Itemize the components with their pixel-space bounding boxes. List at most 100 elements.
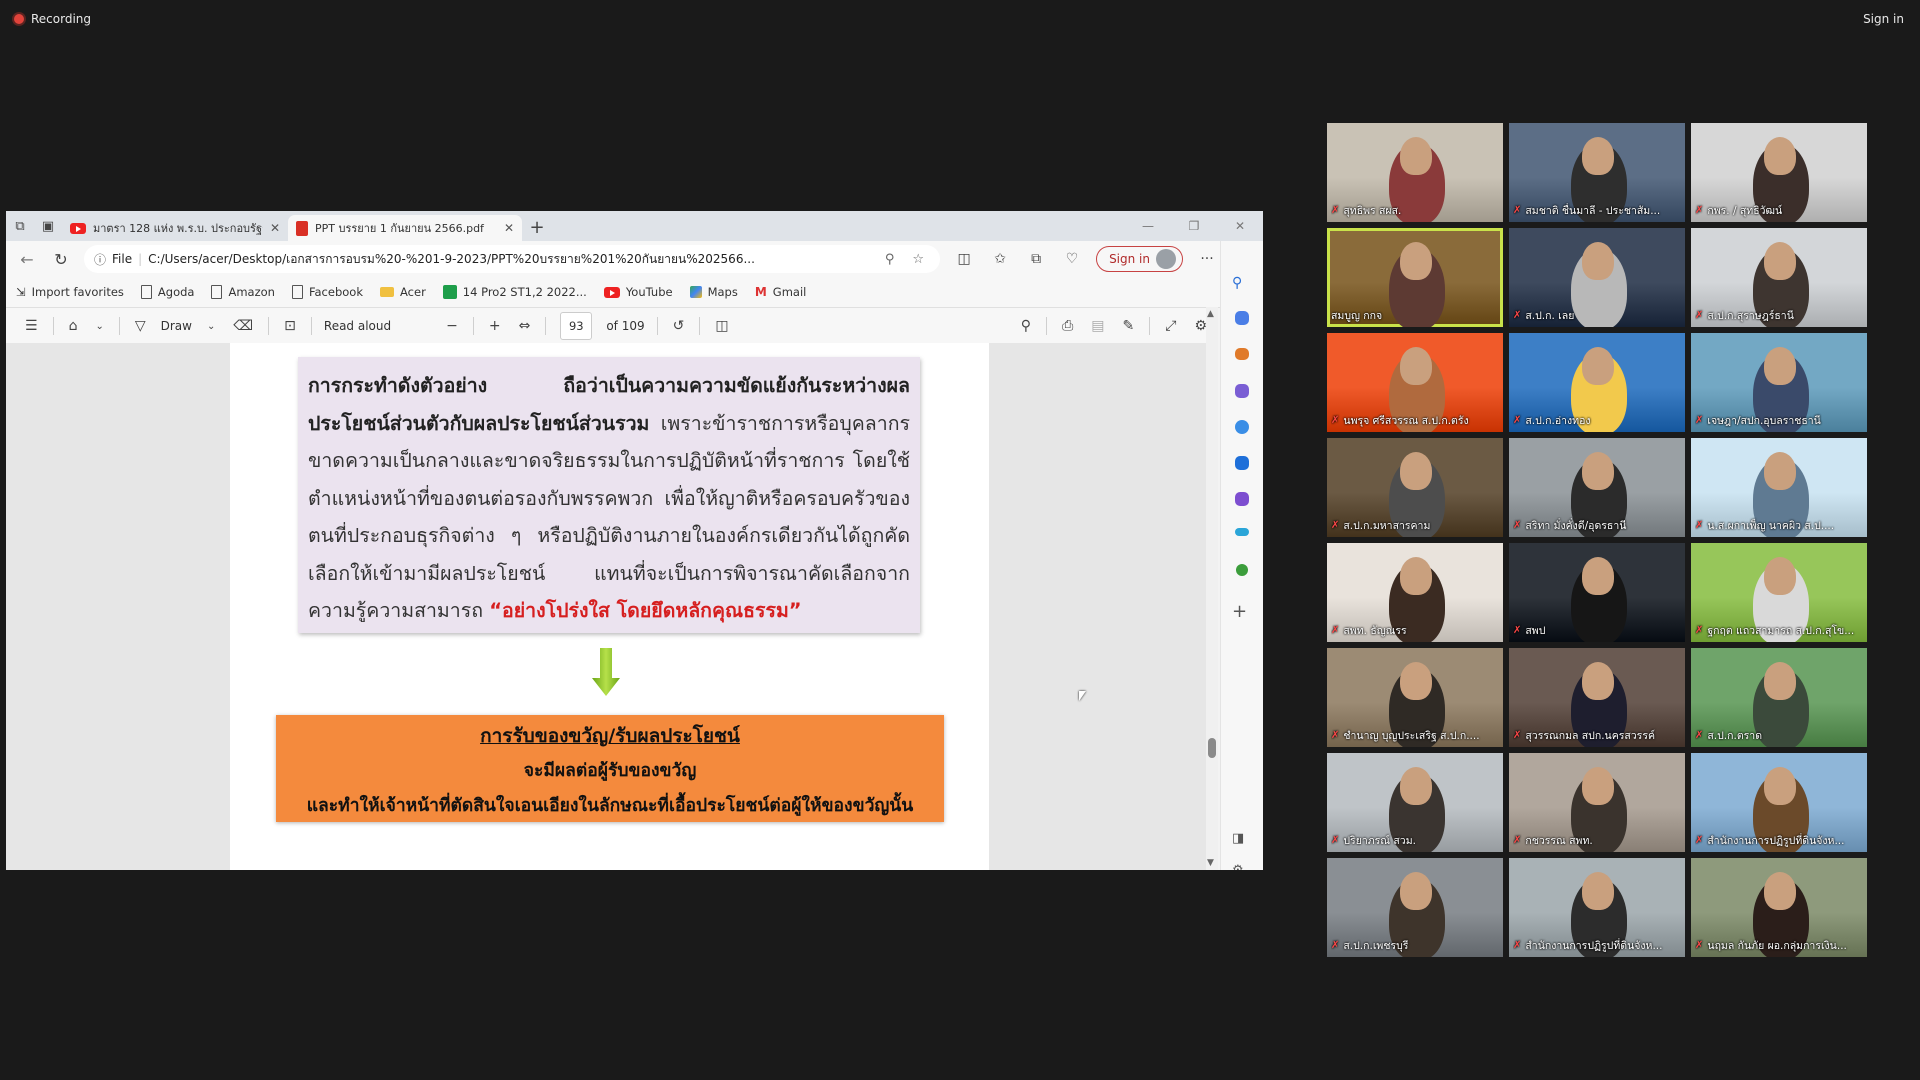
favorite-acer[interactable]: Acer	[380, 285, 426, 299]
workspaces-icon[interactable]: ⧉	[6, 211, 34, 241]
favorite-facebook[interactable]: Facebook	[291, 285, 363, 299]
meeting-signin-link[interactable]: Sign in	[1863, 12, 1904, 26]
highlight-icon[interactable]: ⌂	[60, 318, 87, 334]
scroll-up-icon[interactable]: ▲	[1207, 309, 1214, 319]
favorite-maps[interactable]: Maps	[689, 285, 738, 299]
participant-tile[interactable]: ✗ ส.ป.ก.อ่างทอง	[1509, 333, 1685, 432]
participant-tile[interactable]: ✗ สุทธิพร สผส.	[1327, 123, 1503, 222]
designer-icon[interactable]	[1235, 492, 1249, 506]
participant-tile[interactable]: ✗ กชวรรณ สพท.	[1509, 753, 1685, 852]
favorite-import[interactable]: ⇲ Import favorites	[16, 285, 124, 299]
participant-tile[interactable]: สมบูญ กกจ	[1327, 228, 1503, 327]
page-view-icon[interactable]: ◫	[706, 318, 737, 334]
pdf-scrollbar[interactable]: ▲ ▼	[1206, 307, 1218, 870]
draw-icon[interactable]: ▽	[126, 318, 155, 334]
muted-mic-icon: ✗	[1695, 940, 1704, 951]
favorite-agoda[interactable]: Agoda	[140, 285, 194, 299]
close-tab-icon[interactable]: ✕	[504, 221, 514, 235]
favorite-14pro2[interactable]: 14 Pro2 ST1,2 2022...	[442, 285, 587, 299]
participant-tile[interactable]: ✗ สพท. ธัญณรร	[1327, 543, 1503, 642]
new-tab-button[interactable]: +	[522, 215, 552, 241]
add-icon[interactable]: +	[1232, 601, 1252, 622]
draw-button[interactable]: Draw	[155, 319, 198, 333]
close-window-icon[interactable]: ✕	[1217, 211, 1263, 241]
participant-tile[interactable]: ✗ นพรุจ ศรีสวรรณ ส.ป.ก.ตรัง	[1327, 333, 1503, 432]
maximize-icon[interactable]: ❐	[1171, 211, 1217, 241]
zoom-icon[interactable]: ⚲	[879, 252, 901, 267]
page-number-input[interactable]: 93	[560, 312, 593, 340]
zoom-out-icon[interactable]: −	[437, 318, 467, 334]
collections-icon[interactable]: ⧉	[1018, 251, 1054, 267]
info-icon[interactable]: ⓘ	[94, 251, 106, 268]
recording-indicator: Recording	[14, 12, 91, 26]
participant-name: ส.ป.ก.ตราด	[1707, 730, 1763, 742]
participant-label: ✗ ส.ป.ก.สุราษฎร์ธานี	[1695, 307, 1863, 324]
save-icon[interactable]: ▤	[1082, 318, 1113, 334]
zoom-in-icon[interactable]: +	[480, 318, 510, 334]
text-icon[interactable]: ⊡	[275, 318, 305, 334]
tab-pdf[interactable]: PPT บรรยาย 1 กันยายน 2566.pdf ✕	[288, 215, 522, 241]
toolbar-divider	[656, 317, 658, 335]
participant-tile[interactable]: ✗ สุวรรณกมล สปก.นครสวรรค์	[1509, 648, 1685, 747]
eraser-icon[interactable]: ⌫	[224, 318, 262, 334]
print-icon[interactable]: ⎙	[1053, 318, 1082, 334]
send-icon[interactable]	[1235, 528, 1249, 536]
participant-tile[interactable]: ✗ ส.ป.ก.มหาสารคาม	[1327, 438, 1503, 537]
shopping-icon[interactable]	[1235, 311, 1249, 325]
outlook-icon[interactable]	[1235, 456, 1249, 470]
participant-tile[interactable]: ✗ ปริยาภรณ์ สวม.	[1327, 753, 1503, 852]
participant-tile[interactable]: ✗ ส.ป.ก.เพชรบุรี	[1327, 858, 1503, 957]
favorite-youtube[interactable]: YouTube	[603, 285, 673, 299]
orange-box-line: จะมีผลต่อผู้รับของขวัญ	[523, 761, 697, 781]
chevron-down-icon[interactable]: ⌄	[198, 321, 224, 332]
rotate-icon[interactable]: ↺	[664, 318, 694, 334]
minimize-icon[interactable]: —	[1125, 211, 1171, 241]
close-tab-icon[interactable]: ✕	[270, 221, 280, 235]
participant-tile[interactable]: ✗ ชำนาญ บุญประเสริฐ ส.ป.ก....	[1327, 648, 1503, 747]
back-icon[interactable]: ←	[10, 250, 44, 269]
hide-sidebar-icon[interactable]: ◨	[1232, 831, 1252, 851]
favorite-gmail[interactable]: M Gmail	[755, 285, 807, 299]
participant-tile[interactable]: ✗ น.ส.ผกาเพ็ญ นาคผิว ส.ป....	[1691, 438, 1867, 537]
tab-youtube[interactable]: มาตรา 128 แห่ง พ.ร.บ. ประกอบรัฐธรรมนูญ ✕	[62, 215, 288, 241]
participant-tile[interactable]: ✗ สมชาติ ชื่นมาลี - ประชาสัม...	[1509, 123, 1685, 222]
read-aloud-button[interactable]: Read aloud	[318, 319, 397, 333]
participant-tile[interactable]: ✗ เจษฎา/สปก.อุบลราชธานี	[1691, 333, 1867, 432]
tab-actions-icon[interactable]: ▣	[34, 211, 62, 241]
tools-icon[interactable]	[1235, 348, 1249, 360]
fit-page-icon[interactable]: ⇔	[510, 318, 540, 334]
tree-icon[interactable]	[1236, 564, 1248, 576]
scroll-thumb[interactable]	[1208, 738, 1216, 758]
games-icon[interactable]	[1235, 384, 1249, 398]
chevron-down-icon[interactable]: ⌄	[86, 321, 112, 332]
participant-tile[interactable]: ✗ สำนักงานการปฏิรูปที่ดินจังห...	[1509, 858, 1685, 957]
address-scheme: File	[112, 252, 133, 266]
search-icon[interactable]: ⚲	[1232, 275, 1252, 295]
table-of-contents-icon[interactable]: ☰	[16, 318, 47, 334]
favorite-star-icon[interactable]: ☆	[906, 252, 930, 267]
participant-tile[interactable]: ✗ ส.ป.ก.สุราษฎร์ธานี	[1691, 228, 1867, 327]
participant-tile[interactable]: ✗ สริทา มั่งคั่งดี/อุดรธานี	[1509, 438, 1685, 537]
scroll-down-icon[interactable]: ▼	[1207, 858, 1214, 868]
split-screen-icon[interactable]: ◫	[946, 251, 982, 267]
participant-tile[interactable]: ✗ ส.ป.ก. เลย	[1509, 228, 1685, 327]
participant-tile[interactable]: ✗ ส.ป.ก.ตราด	[1691, 648, 1867, 747]
refresh-icon[interactable]: ↻	[44, 250, 78, 269]
search-icon[interactable]: ⚲	[1012, 318, 1040, 334]
favorites-icon[interactable]: ✩	[982, 251, 1018, 267]
participant-tile[interactable]: ✗ กพร. / สุทธิวัฒน์	[1691, 123, 1867, 222]
participant-tile[interactable]: ✗ ฐกฤต แถวสามารถ ส.ป.ก.สุโข...	[1691, 543, 1867, 642]
browser-signin-button[interactable]: Sign in	[1096, 246, 1183, 272]
fullscreen-icon[interactable]: ⤢	[1156, 318, 1185, 334]
address-url: C:/Users/acer/Desktop/เอกสารการอบรม%20-%…	[148, 251, 755, 266]
address-bar[interactable]: ⓘ File | C:/Users/acer/Desktop/เอกสารการ…	[84, 245, 941, 273]
save-as-icon[interactable]: ✎	[1114, 318, 1144, 334]
participant-tile[interactable]: ✗ นฤมล กันภัย ผอ.กลุ่มการเงิน...	[1691, 858, 1867, 957]
participant-tile[interactable]: ✗ สพป	[1509, 543, 1685, 642]
browser-essentials-icon[interactable]: ♡	[1054, 251, 1090, 267]
participant-tile[interactable]: ✗ สำนักงานการปฏิรูปที่ดินจังห...	[1691, 753, 1867, 852]
favorite-amazon[interactable]: Amazon	[211, 285, 275, 299]
sidebar-settings-icon[interactable]: ⚙	[1232, 863, 1252, 870]
microsoft365-icon[interactable]	[1235, 420, 1249, 434]
pdf-document-area[interactable]: การกระทำดังตัวอย่าง ถือว่าเป็นความความขั…	[6, 343, 1206, 870]
